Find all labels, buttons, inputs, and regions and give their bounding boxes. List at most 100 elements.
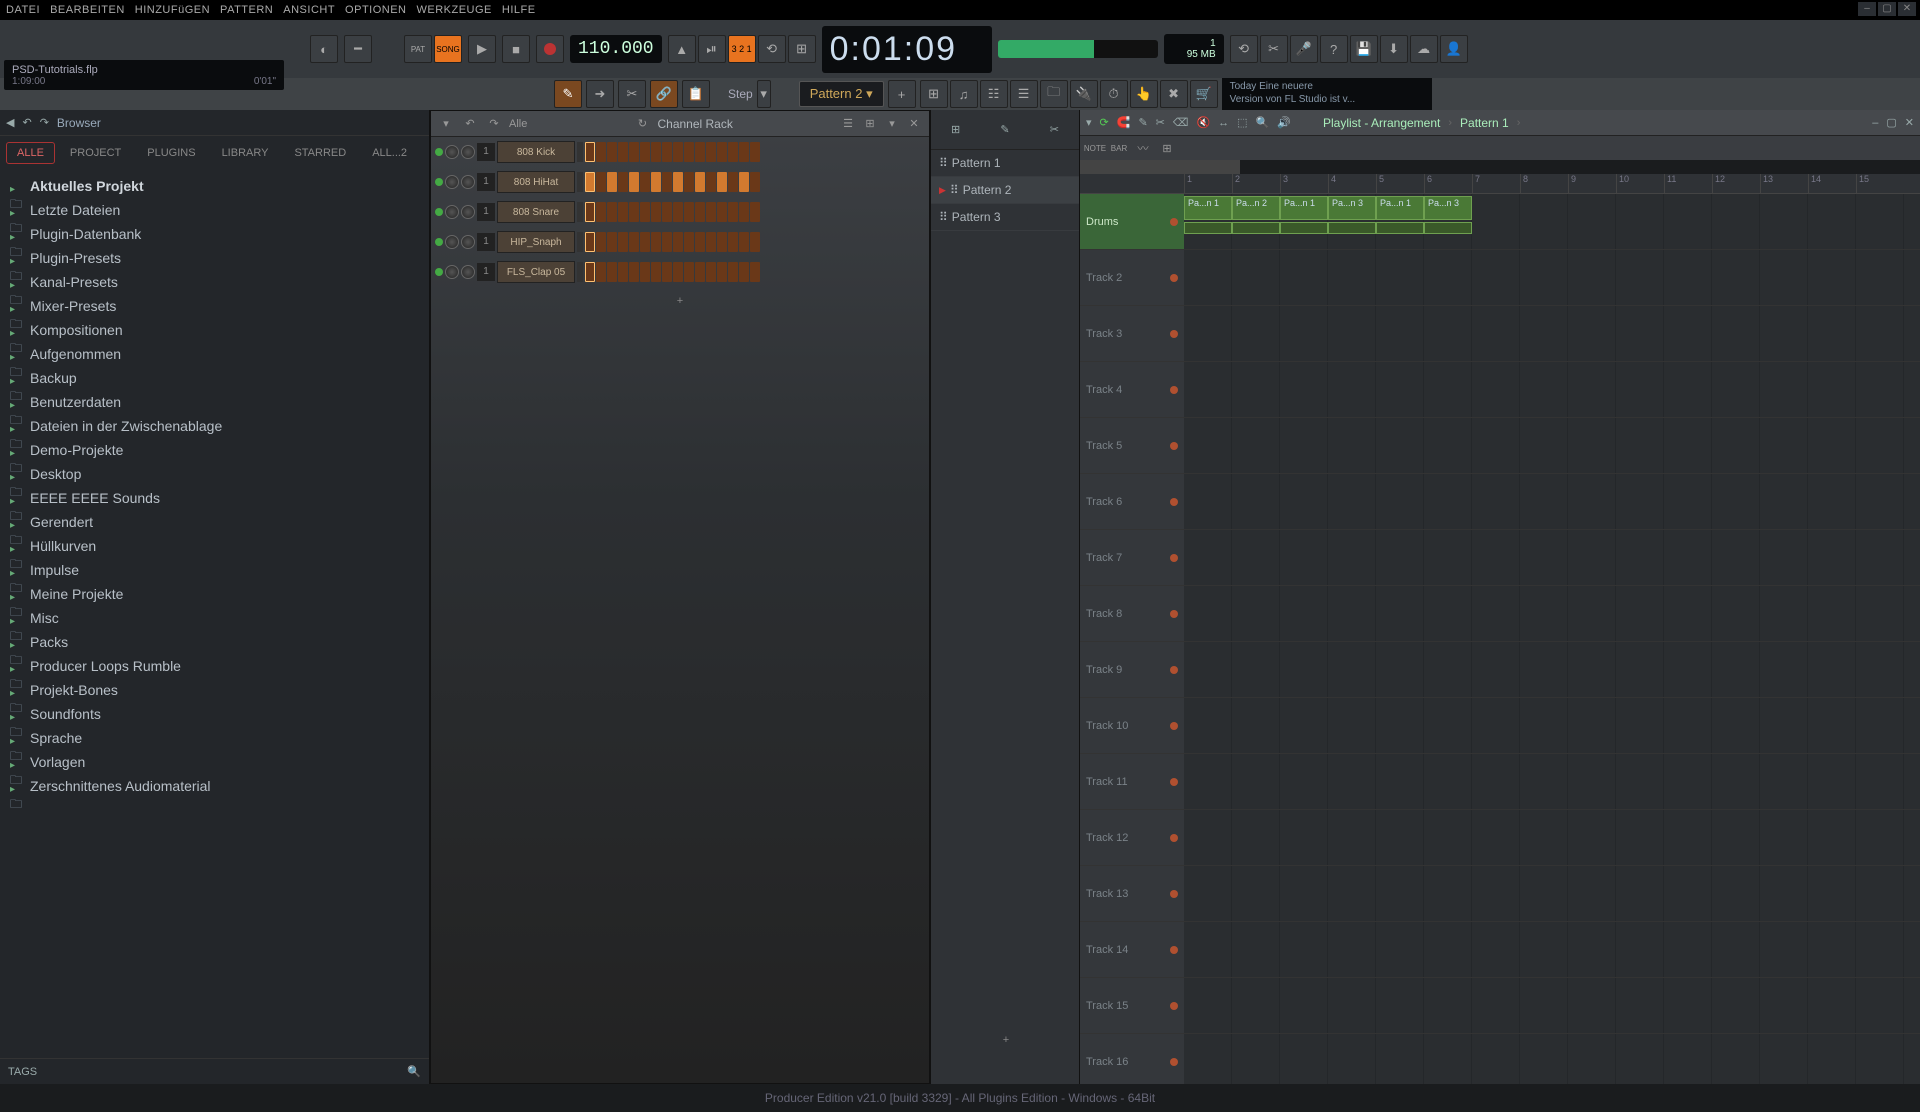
track-lane[interactable] (1184, 418, 1920, 474)
rack-close-icon[interactable]: ✕ (905, 115, 923, 133)
step-button[interactable] (728, 202, 738, 222)
pattern-add-icon[interactable]: + (888, 80, 916, 108)
browser-item[interactable]: Benutzerdaten (0, 390, 429, 414)
track-header[interactable]: Track 15 (1080, 978, 1184, 1034)
ruler-tick[interactable]: 13 (1760, 174, 1808, 193)
menu-datei[interactable]: DATEI (6, 4, 40, 16)
step-button[interactable] (673, 202, 683, 222)
step-button[interactable] (607, 142, 617, 162)
track-mute-icon[interactable] (1170, 778, 1178, 786)
channel-select[interactable] (577, 262, 583, 282)
rack-group[interactable]: Alle (509, 118, 527, 130)
channel-name-button[interactable]: 808 Kick (497, 141, 575, 163)
track-lane[interactable] (1184, 306, 1920, 362)
playlist-ruler[interactable]: 123456789101112131415 (1080, 174, 1920, 194)
rack-back-icon[interactable]: ↶ (461, 115, 479, 133)
browser-item[interactable]: Kanal-Presets (0, 270, 429, 294)
track-lane[interactable] (1184, 1034, 1920, 1084)
track-lane[interactable] (1184, 642, 1920, 698)
channel-pan-knob[interactable] (445, 205, 459, 219)
channel-number[interactable]: 1 (477, 143, 495, 161)
playlist-clip[interactable]: Pa...n 1 (1184, 196, 1232, 220)
ruler-tick[interactable]: 3 (1280, 174, 1328, 193)
main-volume-knob[interactable]: ◐ (310, 35, 338, 63)
browser-item[interactable]: Misc (0, 606, 429, 630)
track-lane[interactable] (1184, 866, 1920, 922)
step-button[interactable] (684, 232, 694, 252)
step-button[interactable] (618, 232, 628, 252)
view-tempo-icon[interactable]: ⏱ (1100, 80, 1128, 108)
browser-item[interactable]: Mixer-Presets (0, 294, 429, 318)
track-mute-icon[interactable] (1170, 1058, 1178, 1066)
record-button[interactable] (536, 35, 564, 63)
track-header[interactable]: Track 3 (1080, 306, 1184, 362)
view-mixer-icon[interactable]: ☰ (1010, 80, 1038, 108)
step-button[interactable] (596, 202, 606, 222)
ruler-tick[interactable]: 2 (1232, 174, 1280, 193)
window-close-icon[interactable]: ✕ (1898, 2, 1916, 16)
track-header[interactable]: Track 13 (1080, 866, 1184, 922)
step-button[interactable] (717, 232, 727, 252)
patpick-add-button[interactable]: + (931, 1026, 1081, 1054)
step-button[interactable] (750, 262, 760, 282)
browser-tab-plugins[interactable]: PLUGINS (136, 142, 206, 164)
news-panel[interactable]: Today Eine neuere Version von FL Studio … (1222, 74, 1432, 114)
midi-in-icon[interactable]: 🎤 (1290, 35, 1318, 63)
playlist-slip-icon[interactable]: ↔ (1218, 117, 1229, 129)
playlist-cut-icon[interactable]: ✂ (1156, 116, 1165, 129)
browser-tab-library[interactable]: LIBRARY (211, 142, 280, 164)
channel-led-icon[interactable] (435, 208, 443, 216)
channel-vol-knob[interactable] (461, 145, 475, 159)
step-button[interactable] (607, 202, 617, 222)
browser-collapse-icon[interactable]: ◀ (6, 116, 14, 129)
snap-label[interactable]: Step (728, 87, 753, 101)
onedrive-icon[interactable]: ☁ (1410, 35, 1438, 63)
channel-vol-knob[interactable] (461, 205, 475, 219)
step-button[interactable] (717, 202, 727, 222)
playlist-close-icon[interactable]: ✕ (1905, 116, 1914, 129)
browser-item[interactable]: Backup (0, 366, 429, 390)
mode-song-button[interactable]: SONG (434, 35, 462, 63)
step-button[interactable] (596, 232, 606, 252)
step-button[interactable] (629, 142, 639, 162)
track-mute-icon[interactable] (1170, 386, 1178, 394)
track-mute-icon[interactable] (1170, 554, 1178, 562)
browser-item[interactable]: Kompositionen (0, 318, 429, 342)
minimap-viewport[interactable] (1080, 160, 1240, 174)
pattern-item[interactable]: ⠿Pattern 1 (931, 150, 1079, 177)
step-button[interactable] (706, 142, 716, 162)
rack-menu-icon[interactable]: ▾ (437, 115, 455, 133)
mode-pat-button[interactable]: PAT (404, 35, 432, 63)
pattern-selector[interactable]: Pattern 2 ▾ (799, 81, 884, 107)
track-lane[interactable] (1184, 530, 1920, 586)
browser-item[interactable]: Desktop (0, 462, 429, 486)
step-button[interactable] (618, 262, 628, 282)
pl-tool-note[interactable]: NOTE (1084, 138, 1106, 158)
ruler-tick[interactable]: 4 (1328, 174, 1376, 193)
track-header[interactable]: Track 7 (1080, 530, 1184, 586)
step-button[interactable] (695, 142, 705, 162)
undo-icon[interactable]: ⟲ (1230, 35, 1258, 63)
track-lane[interactable] (1184, 754, 1920, 810)
ruler-tick[interactable]: 15 (1856, 174, 1904, 193)
track-mute-icon[interactable] (1170, 722, 1178, 730)
step-button[interactable] (651, 202, 661, 222)
tool-slice-icon[interactable]: ✂ (618, 80, 646, 108)
channel-name-button[interactable]: HIP_Snaph (497, 231, 575, 253)
track-header[interactable]: Drums (1080, 194, 1184, 250)
tempo-display[interactable]: 110.000 (570, 35, 662, 63)
browser-item[interactable]: Aufgenommen (0, 342, 429, 366)
browser-item[interactable]: Producer Loops Rumble (0, 654, 429, 678)
pattern-item[interactable]: ⠿Pattern 2 (931, 177, 1079, 204)
step-button[interactable] (629, 202, 639, 222)
browser-item[interactable]: Zerschnittenes Audiomaterial (0, 774, 429, 798)
rack-grid-icon[interactable]: ☰ (839, 115, 857, 133)
view-shop-icon[interactable]: 🛒 (1190, 80, 1218, 108)
window-minimize-icon[interactable]: – (1858, 2, 1876, 16)
track-mute-icon[interactable] (1170, 834, 1178, 842)
step-button[interactable] (750, 172, 760, 192)
browser-back-icon[interactable]: ↶ (22, 116, 31, 129)
time-display[interactable]: 0:01:09 (822, 26, 992, 73)
step-button[interactable] (739, 142, 749, 162)
track-lane[interactable] (1184, 922, 1920, 978)
